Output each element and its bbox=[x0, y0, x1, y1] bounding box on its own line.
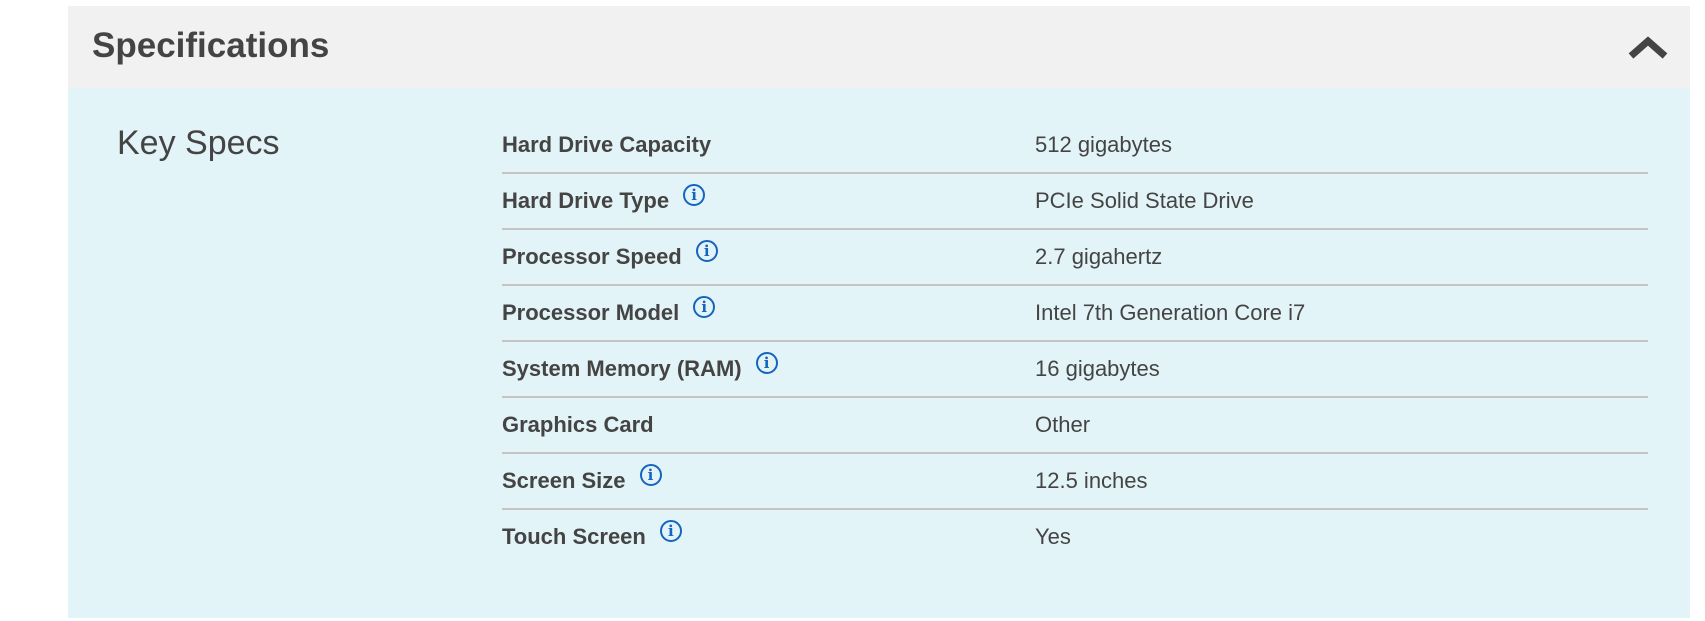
spec-value: Yes bbox=[1035, 524, 1071, 549]
spec-label: System Memory (RAM) i bbox=[502, 352, 778, 382]
spec-label: Hard Drive Capacity bbox=[502, 132, 711, 158]
spec-row: Processor Speed i 2.7 gigahertz bbox=[502, 230, 1648, 286]
info-icon[interactable]: i bbox=[659, 520, 682, 542]
spec-value: 12.5 inches bbox=[1035, 468, 1148, 493]
spec-label-text: Processor Model bbox=[502, 300, 680, 325]
spec-value: Other bbox=[1035, 412, 1091, 437]
spec-label-text: Hard Drive Capacity bbox=[502, 132, 712, 157]
info-icon[interactable]: i bbox=[693, 296, 716, 318]
spec-value: Intel 7th Generation Core i7 bbox=[1035, 300, 1306, 325]
spec-row: Screen Size i 12.5 inches bbox=[502, 454, 1648, 510]
specs-table: Hard Drive Capacity 512 gigabytes Hard Dri… bbox=[502, 118, 1648, 566]
chevron-up-icon[interactable] bbox=[1626, 32, 1670, 62]
section-title: Key Specs bbox=[117, 124, 280, 162]
spec-row: Touch Screen i Yes bbox=[502, 510, 1648, 566]
info-icon[interactable]: i bbox=[755, 352, 778, 374]
specifications-panel: Specifications Key Specs Hard Drive Capa… bbox=[68, 6, 1690, 618]
spec-row: Graphics Card Other bbox=[502, 398, 1648, 454]
spec-label: Hard Drive Type i bbox=[502, 184, 706, 214]
spec-label: Processor Speed i bbox=[502, 240, 718, 270]
spec-value: PCIe Solid State Drive bbox=[1035, 188, 1254, 213]
spec-value: 2.7 gigahertz bbox=[1035, 244, 1163, 269]
spec-label-text: Hard Drive Type bbox=[502, 188, 670, 213]
spec-value: 512 gigabytes bbox=[1035, 132, 1172, 157]
spec-label: Touch Screen i bbox=[502, 520, 682, 550]
spec-label-text: Touch Screen bbox=[502, 524, 646, 549]
spec-row: Hard Drive Capacity 512 gigabytes bbox=[502, 118, 1648, 174]
info-icon[interactable]: i bbox=[639, 464, 662, 486]
spec-row: Hard Drive Type i PCIe Solid State Drive bbox=[502, 174, 1648, 230]
spec-label-text: Graphics Card bbox=[502, 412, 654, 437]
spec-label: Screen Size i bbox=[502, 464, 662, 494]
spec-label: Graphics Card bbox=[502, 412, 654, 438]
info-icon[interactable]: i bbox=[683, 184, 706, 206]
page-title: Specifications bbox=[92, 26, 330, 65]
spec-row: System Memory (RAM) i 16 gigabytes bbox=[502, 342, 1648, 398]
spec-label-text: System Memory (RAM) bbox=[502, 356, 742, 381]
spec-value: 16 gigabytes bbox=[1035, 356, 1160, 381]
spec-label-text: Screen Size bbox=[502, 468, 626, 493]
spec-label-text: Processor Speed bbox=[502, 244, 682, 269]
specifications-header[interactable]: Specifications bbox=[68, 6, 1690, 88]
spec-label: Processor Model i bbox=[502, 296, 716, 326]
info-icon[interactable]: i bbox=[695, 240, 718, 262]
spec-row: Processor Model i Intel 7th Generation Cor… bbox=[502, 286, 1648, 342]
